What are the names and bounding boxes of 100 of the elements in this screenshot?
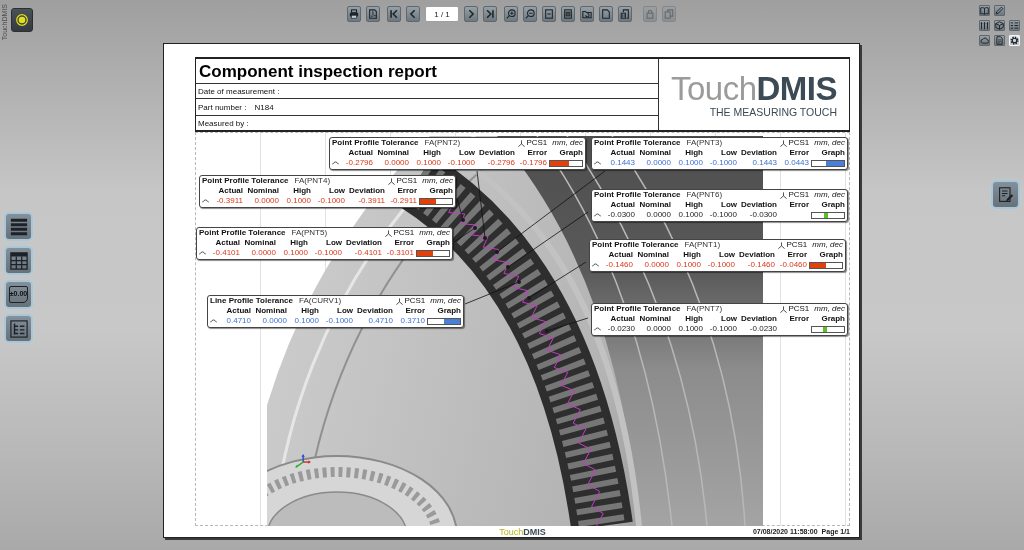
feature-label: FA(PNT1) xyxy=(684,240,721,250)
column-header: Actual xyxy=(609,200,635,210)
axes-icon xyxy=(780,191,788,199)
probe-button[interactable] xyxy=(979,20,990,31)
column-header: Error xyxy=(788,200,809,210)
units-label: mm, dec xyxy=(552,138,583,148)
pdf-file-icon xyxy=(368,9,378,19)
nominal-value: 0.0000 xyxy=(253,196,279,206)
deviation-value: -0.3911 xyxy=(357,196,385,206)
blank-page-icon xyxy=(601,9,611,19)
feature-label: FA(CURV1) xyxy=(299,296,342,306)
axes-icon xyxy=(780,139,788,147)
units-label: mm, dec xyxy=(814,138,845,148)
last-page-button[interactable] xyxy=(483,6,497,22)
axes-icon xyxy=(385,229,393,237)
nominal-value: 0.0000 xyxy=(643,260,669,270)
column-header: High xyxy=(684,200,703,210)
units-label: mm, dec xyxy=(812,240,843,250)
column-header: Error xyxy=(788,148,809,158)
column-header: High xyxy=(684,148,703,158)
coordinate-system-label: PCS1 xyxy=(526,138,548,148)
column-header: Error xyxy=(404,306,425,316)
column-header: Deviation xyxy=(740,200,777,210)
zoom-out-button[interactable] xyxy=(523,6,537,22)
page-minus-icon xyxy=(544,9,554,19)
column-header: High xyxy=(682,250,701,260)
delete-button[interactable] xyxy=(618,6,632,22)
actual-value: 0.1443 xyxy=(609,158,635,168)
error-value: -0.0460 xyxy=(778,260,807,270)
logo-tagline: THE MEASURING TOUCH xyxy=(709,106,837,118)
column-header: Graph xyxy=(425,238,450,248)
feature-label: FA(PNT6) xyxy=(686,190,723,200)
profile-symbol-icon xyxy=(594,161,601,165)
probe-point-marker xyxy=(517,280,521,284)
feature-label: FA(PNT7) xyxy=(686,304,723,314)
profile-symbol-icon xyxy=(202,199,209,203)
axes-icon xyxy=(778,241,786,249)
column-header: Actual xyxy=(214,238,240,248)
list-button[interactable] xyxy=(1009,20,1020,31)
column-header: Nominal xyxy=(638,148,671,158)
page-trash-icon xyxy=(620,9,630,19)
deviation-value: -0.0300 xyxy=(748,210,777,220)
column-header: Low xyxy=(720,148,737,158)
pdf-export-button[interactable] xyxy=(366,6,380,22)
column-header: Low xyxy=(718,250,735,260)
profile-symbol-icon xyxy=(594,327,601,331)
column-header: Graph xyxy=(818,250,843,260)
callout-title: Point Profile Tolerance xyxy=(199,228,286,238)
axes-icon xyxy=(780,305,788,313)
column-header: Actual xyxy=(609,314,635,324)
units-label: mm, dec xyxy=(430,296,461,306)
deviation-value: -0.4101 xyxy=(353,248,382,258)
low-tolerance-value: -0.1000 xyxy=(313,248,342,258)
page-number-field[interactable]: 1 / 1 xyxy=(425,6,459,22)
first-page-button[interactable] xyxy=(387,6,401,22)
cloud-button[interactable] xyxy=(979,35,990,46)
app-menu-button[interactable] xyxy=(11,8,33,32)
axes-icon xyxy=(396,297,404,305)
print-button[interactable] xyxy=(347,6,361,22)
document-button[interactable] xyxy=(994,35,1005,46)
column-header: High xyxy=(289,238,308,248)
nominal-value: 0.0000 xyxy=(645,210,671,220)
list-view-button[interactable] xyxy=(4,212,33,242)
report-title: Component inspection report xyxy=(196,59,658,84)
column-header: Nominal xyxy=(638,314,671,324)
library-button[interactable] xyxy=(979,5,990,16)
open-button[interactable] xyxy=(580,6,594,22)
units-label: mm, dec xyxy=(422,176,453,186)
model-view-button[interactable] xyxy=(994,20,1005,31)
leader-line xyxy=(548,317,589,331)
nominal-value: 0.0000 xyxy=(645,324,671,334)
new-page-button[interactable] xyxy=(599,6,613,22)
high-tolerance-value: 0.1000 xyxy=(677,324,703,334)
column-header: Nominal xyxy=(638,200,671,210)
table-view-button[interactable] xyxy=(4,246,33,276)
fit-page-button[interactable] xyxy=(542,6,556,22)
column-header: Actual xyxy=(347,148,373,158)
profile-symbol-icon xyxy=(594,213,601,217)
previous-page-button[interactable] xyxy=(406,6,420,22)
column-header: Deviation xyxy=(348,186,385,196)
column-header: High xyxy=(422,148,441,158)
lock-icon xyxy=(645,9,655,19)
tree-view-button[interactable] xyxy=(4,314,33,344)
settings-button[interactable] xyxy=(1009,35,1020,46)
leader-line xyxy=(464,282,518,305)
next-page-button[interactable] xyxy=(464,6,478,22)
column-header: Error xyxy=(786,250,807,260)
zoom-in-button[interactable] xyxy=(504,6,518,22)
column-header: Low xyxy=(720,200,737,210)
column-header: Graph xyxy=(428,186,453,196)
coordinate-system-label: PCS1 xyxy=(788,138,810,148)
callout-title: Point Profile Tolerance xyxy=(594,304,681,314)
column-header: High xyxy=(684,314,703,324)
units-label: mm, dec xyxy=(419,228,450,238)
footer-logo: TouchDMIS xyxy=(499,526,546,537)
edit-button[interactable] xyxy=(994,5,1005,16)
report-editor-button[interactable] xyxy=(991,180,1020,209)
axes-icon xyxy=(388,177,396,185)
fit-width-button[interactable] xyxy=(561,6,575,22)
column-header: Error xyxy=(393,238,414,248)
